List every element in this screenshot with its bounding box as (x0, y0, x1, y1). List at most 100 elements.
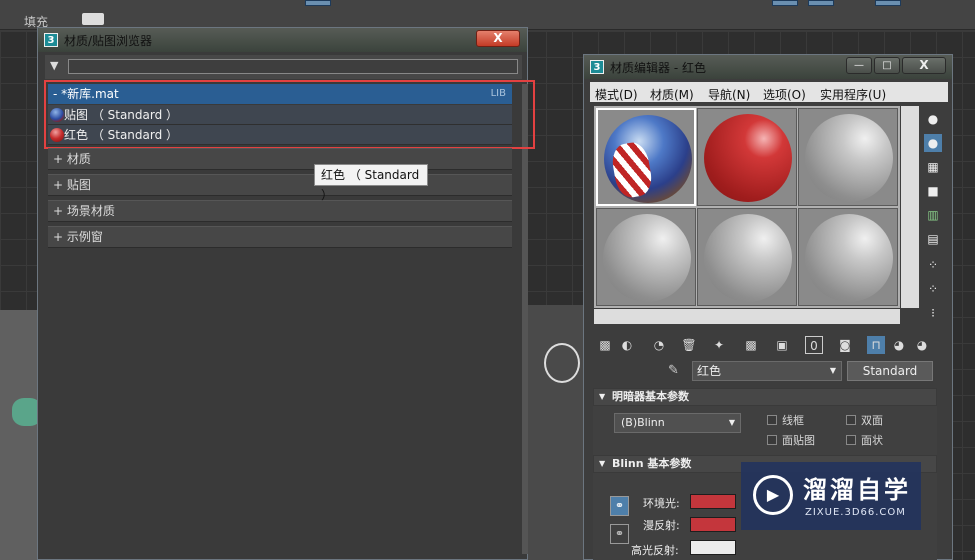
eyedropper-icon[interactable]: ✎ (668, 363, 686, 379)
two-sided-checkbox[interactable]: 双面 (846, 412, 883, 428)
face-map-checkbox[interactable]: 面贴图 (767, 432, 815, 448)
rollout-title: Blinn 基本参数 (612, 457, 692, 470)
watermark-url: ZIXUE.3D66.COM (805, 507, 906, 518)
grey-sphere (603, 214, 691, 302)
backlight-icon[interactable]: ● (924, 134, 942, 152)
toolbar-button[interactable] (772, 0, 798, 6)
show-map-icon[interactable]: ◙ (836, 336, 854, 354)
browser-titlebar[interactable]: 3 材质/贴图浏览器 X (38, 28, 527, 52)
diffuse-label: 漫反射: (643, 519, 680, 532)
checkbox-box (767, 435, 777, 445)
specular-label: 高光反射: (631, 544, 679, 557)
group-scene-materials[interactable]: + 场景材质 (48, 200, 512, 222)
material-type-button[interactable]: Standard (847, 361, 933, 381)
play-logo-icon: ▶ (753, 475, 793, 515)
checkbox-box (767, 415, 777, 425)
material-name: 红色 (697, 364, 722, 378)
put-to-scene-icon[interactable]: ◐ (618, 336, 636, 354)
specular-swatch[interactable] (690, 540, 736, 555)
checkbox-label: 面贴图 (782, 434, 815, 447)
faceted-checkbox[interactable]: 面状 (846, 432, 883, 448)
navigator-icon[interactable]: ⁝ (924, 304, 942, 322)
rollout-title: 明暗器基本参数 (612, 390, 689, 403)
go-sibling-icon[interactable]: ◕ (913, 336, 931, 354)
checkbox-box (846, 415, 856, 425)
assign-material-icon[interactable]: ◔ (650, 336, 668, 354)
minimize-icon[interactable]: — (846, 57, 872, 74)
highlight-box (44, 80, 535, 149)
fill-dropdown[interactable] (82, 13, 104, 25)
view-cube[interactable] (544, 343, 580, 383)
lock-icon[interactable]: ⚭ (610, 496, 629, 516)
app-icon: 3 (590, 60, 604, 74)
make-copy-icon[interactable]: ✦ (710, 336, 728, 354)
options-icon[interactable]: ⁘ (924, 256, 942, 274)
go-parent-icon[interactable]: ◕ (890, 336, 908, 354)
search-input[interactable] (68, 59, 518, 74)
material-id-icon[interactable]: 0 (805, 336, 823, 354)
material-name-field[interactable]: 红色 ▼ (692, 361, 842, 381)
chevron-down-icon[interactable]: ▼ (50, 59, 58, 72)
close-button[interactable]: X (476, 30, 520, 47)
group-materials[interactable]: + 材质 (48, 148, 512, 170)
menu-options[interactable]: 选项(O) (763, 86, 806, 103)
group-maps[interactable]: + 贴图 (48, 174, 512, 196)
search-bar: ▼ (45, 55, 522, 79)
checkbox-box (846, 435, 856, 445)
red-sphere (704, 114, 792, 202)
get-material-icon[interactable]: ▩ (596, 336, 614, 354)
chevron-down-icon: ▼ (829, 366, 836, 375)
preview-icon[interactable]: ▤ (924, 230, 942, 248)
chevron-down-icon: ▼ (599, 459, 606, 468)
texture-sphere (604, 115, 692, 203)
maximize-icon[interactable]: □ (874, 57, 900, 74)
ambient-swatch[interactable] (690, 494, 736, 509)
slots-scrollbar-h[interactable] (594, 309, 900, 324)
shader-rollout-header[interactable]: ▼ 明暗器基本参数 (593, 388, 937, 406)
diffuse-swatch[interactable] (690, 517, 736, 532)
chevron-down-icon: ▼ (599, 392, 606, 401)
sample-slot[interactable] (596, 208, 696, 306)
checkbox-label: 线框 (782, 414, 804, 427)
menu-utilities[interactable]: 实用程序(U) (820, 86, 886, 103)
sample-slot[interactable] (798, 208, 898, 306)
save-library-icon[interactable]: ▣ (773, 336, 791, 354)
sample-slot[interactable] (697, 208, 797, 306)
tooltip: 红色 （ Standard ） (314, 164, 428, 202)
video-color-icon[interactable]: ▥ (924, 206, 942, 224)
sample-type-icon[interactable]: ● (924, 110, 942, 128)
sample-slot[interactable] (798, 108, 898, 206)
chevron-down-icon: ▼ (728, 418, 735, 427)
wireframe-checkbox[interactable]: 线框 (767, 412, 804, 428)
toolbar-button[interactable] (875, 0, 901, 6)
shader-dropdown[interactable]: (B)Blinn ▼ (614, 413, 741, 433)
sample-slot[interactable] (596, 108, 696, 206)
background-icon[interactable]: ▦ (924, 158, 942, 176)
sample-slot[interactable] (697, 108, 797, 206)
show-end-result-icon[interactable]: ⊓ (867, 336, 885, 354)
slots-scrollbar-v[interactable] (901, 106, 919, 308)
menu-mode[interactable]: 模式(D) (595, 86, 638, 103)
lock-icon[interactable]: ⚭ (610, 524, 629, 544)
menu-material[interactable]: 材质(M) (650, 86, 694, 103)
select-by-material-icon[interactable]: ⁘ (924, 280, 942, 298)
editor-titlebar[interactable]: 3 材质编辑器 - 红色 — □ X (584, 55, 952, 79)
group-sample-slots[interactable]: + 示例窗 (48, 226, 512, 248)
watermark: ▶ 溜溜自学 ZIXUE.3D66.COM (741, 462, 921, 530)
make-unique-icon[interactable]: ▩ (742, 336, 760, 354)
grey-sphere (805, 114, 893, 202)
editor-title: 材质编辑器 - 红色 (610, 60, 706, 75)
app-icon: 3 (44, 33, 58, 47)
checkbox-label: 面状 (861, 434, 883, 447)
grey-sphere (704, 214, 792, 302)
ambient-label: 环境光: (643, 497, 680, 510)
close-icon[interactable]: X (902, 57, 946, 74)
scrollbar[interactable] (522, 84, 528, 554)
uv-tiling-icon[interactable]: ■ (924, 182, 942, 200)
toolbar-button[interactable] (305, 0, 331, 6)
menu-navigation[interactable]: 导航(N) (708, 86, 750, 103)
reset-icon[interactable]: 🗑 (680, 336, 698, 354)
toolbar-button[interactable] (808, 0, 834, 6)
browser-title: 材质/贴图浏览器 (64, 33, 153, 48)
main-toolbar: 填充 (0, 0, 975, 30)
